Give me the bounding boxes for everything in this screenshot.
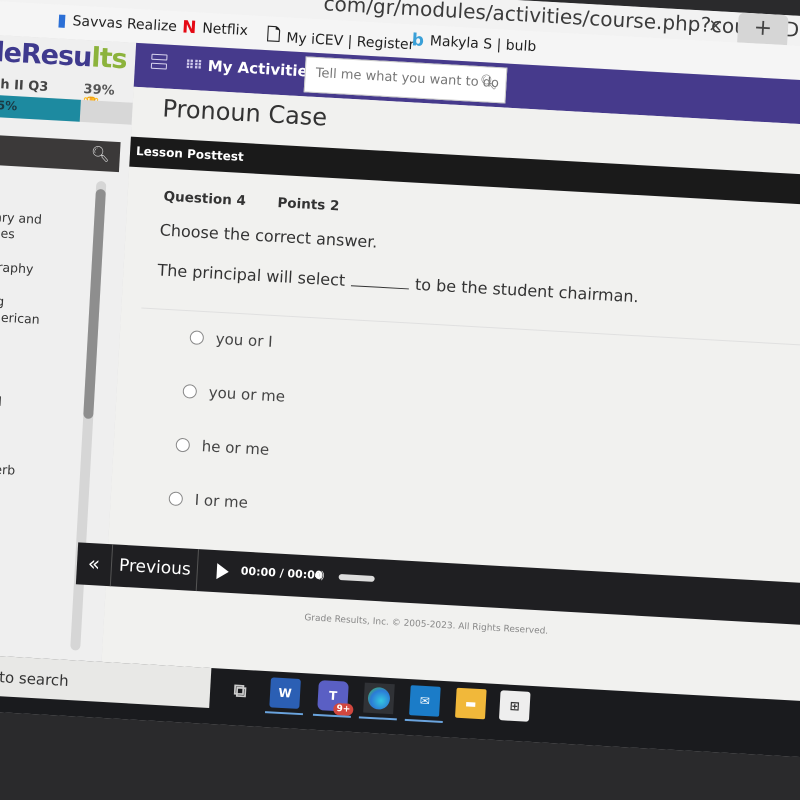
lesson-list-item[interactable]: ses [0,493,81,516]
savvas-icon: ▮ [56,10,68,31]
tell-me-search-input[interactable]: Tell me what you want to do 🔍︎ [303,56,508,104]
bookmark-savvas-realize[interactable]: ▮ Savvas Realize [57,10,178,37]
file-explorer-icon[interactable]: ▬ [455,687,487,720]
lesson-list-item[interactable]: ence [0,527,79,550]
section-label: Lesson Posttest [135,144,245,165]
close-tab-icon[interactable]: × [707,15,723,37]
page-title: Pronoun Case [161,94,328,132]
running-indicator [264,711,304,716]
lesson-list-item[interactable]: Primary and Sources [0,208,97,247]
audio-time: 00:00 / 00:00 [240,564,323,583]
score-value: 39% [83,81,115,99]
play-icon[interactable] [216,563,230,580]
prompt-before: The principal will select [157,260,346,290]
lesson-group-heading[interactable]: g and [0,341,89,364]
question-points: Points 2 [277,194,340,215]
running-indicator [358,716,397,721]
radio-button[interactable] [168,491,184,507]
logo-accent-text: lts [90,42,128,76]
word-glyph: W [278,685,293,701]
choice-option[interactable]: he or me [175,436,282,460]
bookmark-netflix[interactable]: N Netflix [182,17,249,41]
choice-option[interactable]: you or me [182,382,285,406]
store-glyph: ⊞ [509,698,521,714]
choice-label: you or I [215,329,274,351]
navigation-player-bar: « Previous 00:00 / 00:00 🔊︎ [75,542,800,627]
mail-glyph: ✉ [419,693,431,709]
lesson-list-item[interactable]: eading he American [0,291,92,330]
page-icon: 🗋 [266,25,282,46]
my-activities-label: My Activities [207,56,318,81]
bookmark-label: Makyla S | bulb [429,33,537,56]
new-tab-button[interactable]: + [737,12,789,46]
edge-logo [367,686,391,711]
question-instruction: Choose the correct answer. [159,220,378,252]
bookmark-label: Savvas Realize [72,13,178,36]
answer-choices: you or I you or me he or me I or me [168,328,288,549]
search-icon[interactable]: 🔍︎ [90,144,110,163]
mail-icon[interactable]: ✉ [404,685,443,724]
bookmark-label: Netflix [201,20,249,40]
task-view-icon[interactable]: ⧉ [224,675,256,707]
bookmark-label: My iCEV | Register [285,29,415,53]
lesson-group-heading[interactable]: e [0,425,84,448]
my-activities-button[interactable]: ⠿⠿ My Activities [185,56,318,81]
running-indicator [404,718,443,724]
choice-option[interactable]: I or me [168,489,279,513]
teams-icon[interactable]: T 9+ [312,680,354,718]
menu-icon[interactable] [150,53,168,75]
choice-option[interactable]: you or I [189,328,288,351]
prompt-after: to be the student chairman. [414,274,640,307]
grade-results-logo: deResults [0,36,127,75]
word-icon[interactable]: W [264,677,304,716]
question-number: Question 4 [163,188,247,210]
volume-icon[interactable]: 🔊︎ [314,566,324,584]
notification-badge: 9+ [333,702,354,716]
teams-glyph: T [328,688,338,704]
logo-text: deResu [0,36,93,74]
folder-glyph: ▬ [464,696,477,711]
lesson-group-heading[interactable]: g [0,174,98,197]
volume-slider[interactable] [338,573,375,582]
grid-icon: ⠿⠿ [184,57,203,73]
search-placeholder: here to search [0,666,70,691]
question-prompt: The principal will select to be the stude… [157,260,639,306]
microsoft-store-icon[interactable]: ⊞ [498,690,531,722]
search-icon[interactable]: 🔍︎ [479,74,498,91]
first-page-chevron-icon[interactable]: « [75,542,114,587]
screen: com/gr/modules/activities/course.php?cou… [0,0,800,758]
lesson-content: Pronoun Case Lesson Posttest Question 4 … [75,86,800,703]
sidebar-search[interactable]: 🔍︎ [0,133,121,173]
search-placeholder: Tell me what you want to do [315,65,500,92]
progress-label: 65% [0,97,18,114]
netflix-icon: N [181,17,197,39]
choice-label: he or me [201,437,270,459]
radio-button[interactable] [182,383,198,399]
bulb-icon: b [411,30,425,51]
course-name: lish II Q3 [0,76,49,95]
answer-blank [350,285,409,290]
edge-browser-icon[interactable] [358,682,397,721]
lesson-list-item[interactable]: ibliography [0,258,94,281]
previous-button[interactable]: Previous [111,544,200,592]
lesson-list-item[interactable]: bject-Verb [0,459,82,482]
radio-button[interactable] [189,330,205,346]
choice-label: you or me [208,383,286,406]
choice-label: I or me [194,490,249,512]
radio-button[interactable] [175,437,191,453]
lesson-list-item[interactable]: oup nd Oral [0,375,87,414]
bookmark-bulb[interactable]: b Makyla S | bulb [411,30,537,57]
copyright-text: Grade Results, Inc. © 2005-2023. All Rig… [304,613,549,637]
